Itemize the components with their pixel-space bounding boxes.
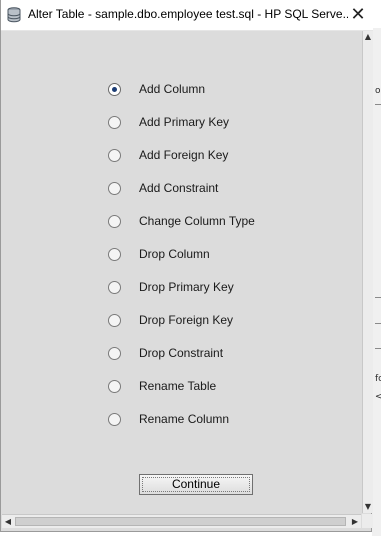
radio-button[interactable] [108, 247, 121, 261]
radio-button[interactable] [108, 148, 121, 162]
scrollbar-corner [362, 514, 373, 528]
radio-option[interactable]: Drop Column [108, 244, 210, 264]
radio-option[interactable]: Add Column [108, 79, 205, 99]
radio-option-label[interactable]: Drop Foreign Key [139, 313, 233, 327]
radio-button[interactable] [108, 346, 121, 360]
radio-option-label[interactable]: Rename Table [139, 379, 216, 393]
background-text-fragment: < [375, 392, 381, 402]
close-icon[interactable]: ✕ [348, 5, 368, 25]
radio-option-label[interactable]: Change Column Type [139, 214, 255, 228]
radio-button[interactable] [108, 82, 121, 96]
options-panel: Add Column Add Primary Key Add Foreign Key… [2, 31, 361, 513]
radio-option-label[interactable]: Drop Constraint [139, 346, 223, 360]
background-divider [375, 297, 381, 298]
radio-option[interactable]: Change Column Type [108, 211, 255, 231]
background-text-fragment: fc [375, 374, 381, 384]
radio-option[interactable]: Rename Column [108, 409, 229, 429]
radio-button[interactable] [108, 313, 121, 327]
radio-option-label[interactable]: Add Primary Key [139, 115, 229, 129]
radio-button[interactable] [108, 181, 121, 195]
radio-option[interactable]: Drop Constraint [108, 343, 223, 363]
radio-button[interactable] [108, 280, 121, 294]
window-title: Alter Table - sample.dbo.employee test.s… [28, 7, 348, 21]
vertical-scrollbar[interactable]: ▲ ▼ [362, 31, 373, 513]
scroll-right-icon[interactable]: ▶ [349, 515, 361, 528]
radio-option[interactable]: Add Constraint [108, 178, 218, 198]
radio-option[interactable]: Add Foreign Key [108, 145, 228, 165]
continue-button[interactable]: Continue [139, 474, 253, 495]
radio-button[interactable] [108, 115, 121, 129]
horizontal-scrollbar[interactable]: ◀ ▶ [2, 514, 361, 528]
radio-option-label[interactable]: Add Constraint [139, 181, 218, 195]
scroll-left-icon[interactable]: ◀ [2, 515, 14, 528]
title-bar: Alter Table - sample.dbo.employee test.s… [1, 0, 373, 31]
radio-button[interactable] [108, 412, 121, 426]
background-divider [375, 104, 381, 105]
radio-button[interactable] [108, 379, 121, 393]
horizontal-scroll-thumb[interactable] [15, 517, 346, 526]
radio-option[interactable]: Drop Primary Key [108, 277, 234, 297]
scroll-up-icon[interactable]: ▲ [363, 31, 373, 43]
radio-option[interactable]: Add Primary Key [108, 112, 229, 132]
radio-option-label[interactable]: Add Column [139, 82, 205, 96]
background-divider [375, 323, 381, 324]
radio-button[interactable] [108, 214, 121, 228]
background-divider [375, 348, 381, 349]
radio-option-label[interactable]: Drop Primary Key [139, 280, 234, 294]
database-icon [7, 7, 21, 23]
alter-table-dialog: Alter Table - sample.dbo.employee test.s… [0, 0, 373, 532]
radio-option[interactable]: Drop Foreign Key [108, 310, 233, 330]
radio-option-label[interactable]: Drop Column [139, 247, 210, 261]
background-text-fragment: o [375, 86, 381, 96]
radio-option[interactable]: Rename Table [108, 376, 216, 396]
radio-option-label[interactable]: Rename Column [139, 412, 229, 426]
radio-option-label[interactable]: Add Foreign Key [139, 148, 228, 162]
scroll-down-icon[interactable]: ▼ [363, 501, 373, 513]
